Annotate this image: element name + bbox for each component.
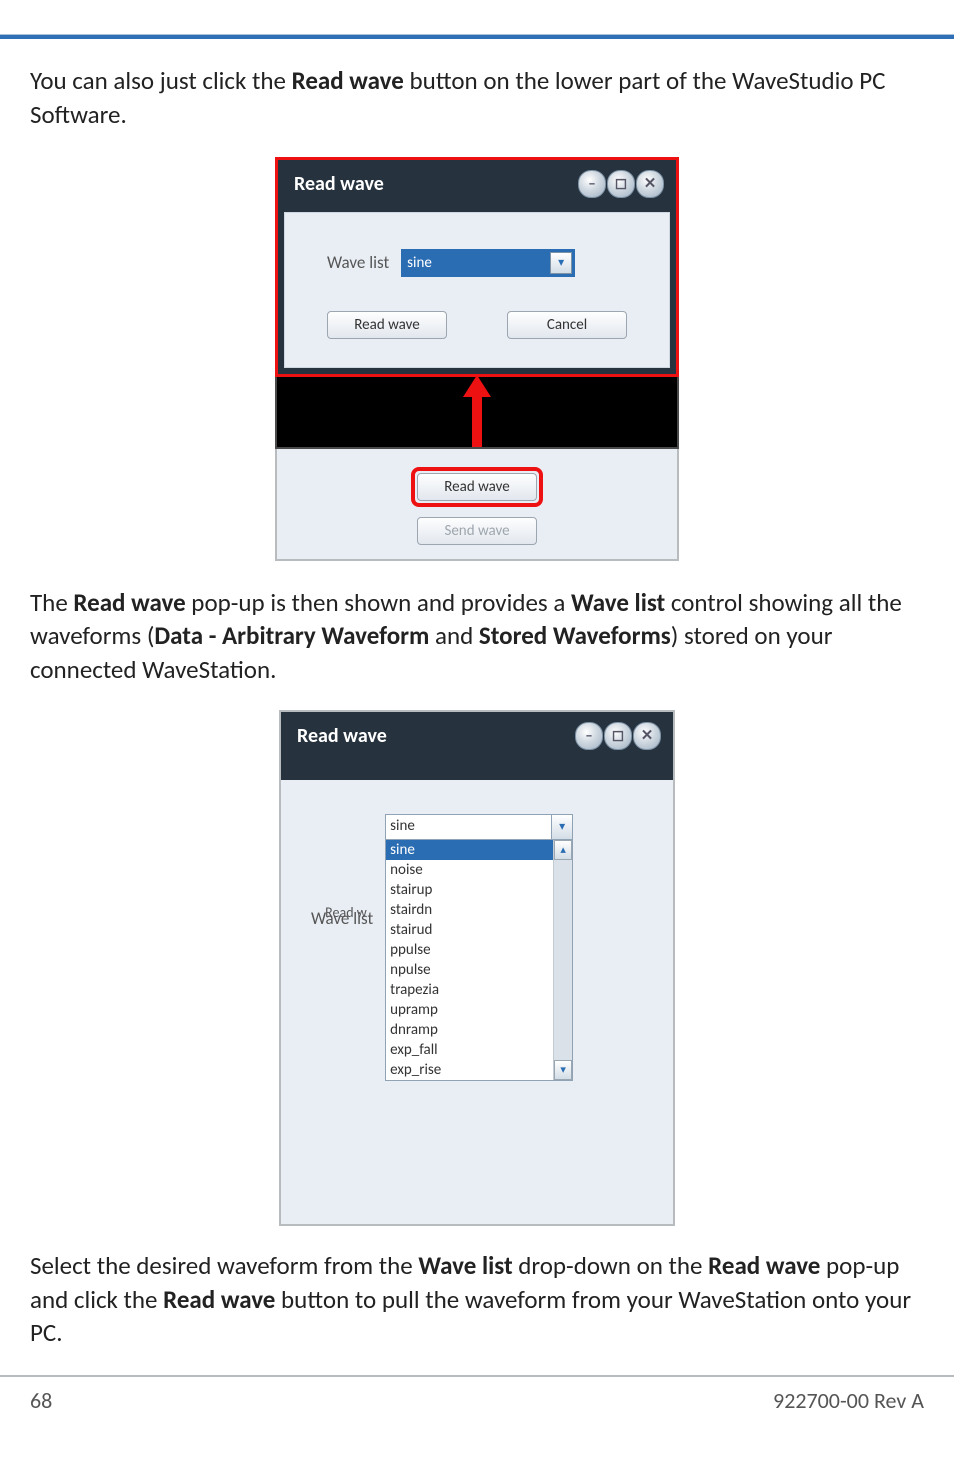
dropdown-option[interactable]: stairup	[386, 880, 572, 900]
dialog2-body: Wave list sine ▾ ▴ ▾ sinenoisestairupsta…	[281, 780, 673, 1224]
read-w-fragment: Read w	[325, 904, 367, 921]
wave-list-label: Wave list	[327, 252, 389, 273]
wave-list-dropdown[interactable]: ▴ ▾ sinenoisestairupstairdnstairudppulse…	[385, 839, 573, 1081]
dialog2-maximize-button[interactable]: ◻	[604, 722, 632, 750]
page-number: 68	[30, 1387, 52, 1414]
wave-list-combo[interactable]: sine ▾	[401, 249, 575, 277]
scroll-down-icon[interactable]: ▾	[554, 1060, 572, 1080]
window-controls: – ◻ ✕	[578, 170, 664, 198]
annotation-arrow-icon	[463, 375, 491, 447]
minimize-button[interactable]: –	[578, 170, 606, 198]
dropdown-option[interactable]: stairud	[386, 920, 572, 940]
dialog-title-text: Read wave	[294, 172, 384, 196]
wave-list-value: sine	[403, 254, 549, 272]
scroll-up-icon[interactable]: ▴	[554, 840, 572, 860]
mid-b: Read wave	[73, 587, 185, 618]
maximize-button[interactable]: ◻	[607, 170, 635, 198]
read-wave-dialog: Read wave – ◻ ✕ Wave list sine ▾ Read wa…	[275, 157, 679, 377]
dialog2-title-text: Read wave	[297, 724, 387, 748]
dropdown-option[interactable]: upramp	[386, 1000, 572, 1020]
dropdown-scrollbar[interactable]: ▴ ▾	[553, 840, 572, 1080]
highlight-ring: Read wave	[411, 467, 543, 507]
page-top-rule	[0, 34, 954, 39]
read-wave-main-button[interactable]: Read wave	[417, 473, 537, 501]
dropdown-option[interactable]: stairdn	[386, 900, 572, 920]
page-footer: 68 922700-00 Rev A	[30, 1383, 924, 1414]
intro-paragraph: You can also just click the Read wave bu…	[30, 64, 924, 132]
mid-d: Wave list	[571, 587, 665, 618]
dialog2-titlebar: Read wave – ◻ ✕	[281, 712, 673, 780]
figure-2: Read wave – ◻ ✕ Wave list sine ▾ ▴	[30, 712, 924, 1224]
fin-d: Read wave	[708, 1250, 820, 1281]
dropdown-option[interactable]: exp_rise	[386, 1060, 572, 1080]
mid-f: Data - Arbitrary Waveform	[154, 620, 429, 651]
figure-1: Read wave – ◻ ✕ Wave list sine ▾ Read wa…	[30, 157, 924, 561]
fin-b: Wave list	[418, 1250, 512, 1281]
dialog2-combo-current: sine	[386, 815, 551, 839]
read-wave-button[interactable]: Read wave	[327, 311, 447, 339]
mid-paragraph: The Read wave pop-up is then shown and p…	[30, 586, 924, 687]
mid-c: pop-up is then shown and provides a	[186, 587, 571, 618]
send-wave-button[interactable]: Send wave	[417, 517, 537, 545]
close-button[interactable]: ✕	[636, 170, 664, 198]
mid-g: and	[429, 620, 479, 651]
dropdown-option[interactable]: sine	[386, 840, 572, 860]
cancel-button[interactable]: Cancel	[507, 311, 627, 339]
mid-h: Stored Waveforms	[479, 620, 671, 651]
dropdown-option[interactable]: trapezia	[386, 980, 572, 1000]
dialog-titlebar: Read wave – ◻ ✕	[278, 160, 676, 212]
fin-a: Select the desired waveform from the	[30, 1250, 418, 1281]
dialog2-minimize-button[interactable]: –	[575, 722, 603, 750]
dark-panel	[275, 377, 679, 449]
dropdown-option[interactable]: exp_fall	[386, 1040, 572, 1060]
dropdown-option[interactable]: dnramp	[386, 1020, 572, 1040]
dropdown-option[interactable]: npulse	[386, 960, 572, 980]
fin-c: drop-down on the	[513, 1250, 709, 1281]
intro-bold-readwave: Read wave	[292, 65, 404, 96]
mid-a: The	[30, 587, 73, 618]
dialog2-close-button[interactable]: ✕	[633, 722, 661, 750]
dialog-body: Wave list sine ▾ Read wave Cancel	[284, 212, 670, 368]
dialog2-window-controls: – ◻ ✕	[575, 722, 661, 750]
intro-text-a: You can also just click the	[30, 65, 292, 96]
page-bottom-rule	[0, 1375, 954, 1377]
dialog2-combo-arrow-icon[interactable]: ▾	[551, 815, 572, 839]
fin-f: Read wave	[163, 1284, 275, 1315]
doc-rev: 922700-00 Rev A	[773, 1387, 924, 1414]
dropdown-option[interactable]: ppulse	[386, 940, 572, 960]
dropdown-option[interactable]: noise	[386, 860, 572, 880]
lower-button-panel: Read wave Send wave	[275, 449, 679, 561]
final-paragraph: Select the desired waveform from the Wav…	[30, 1249, 924, 1350]
combo-arrow-icon[interactable]: ▾	[550, 252, 572, 274]
dialog2-wave-list-combo[interactable]: sine ▾ ▴ ▾ sinenoisestairupstairdnstairu…	[385, 814, 573, 840]
